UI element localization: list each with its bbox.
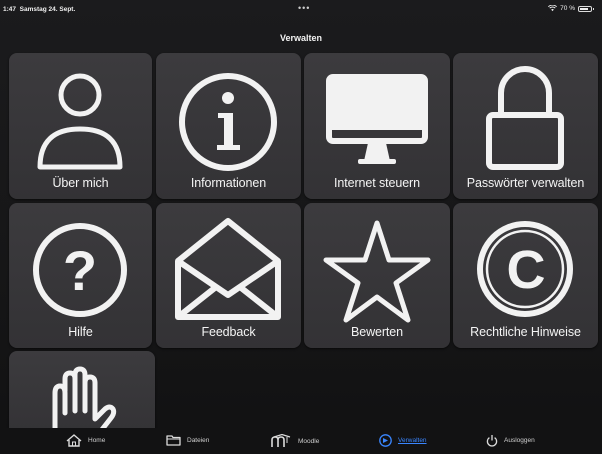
svg-text:C: C [507, 240, 546, 300]
tile-label: Über mich [52, 176, 109, 190]
tab-label: Dateien [187, 436, 210, 444]
moodle-icon [271, 434, 291, 447]
tile-label: Bewerten [350, 325, 403, 339]
tab-label: Moodle [298, 437, 320, 445]
tab-label: Verwalten [398, 437, 427, 444]
tile-uber-mich[interactable]: Über mich [9, 53, 152, 199]
date: Samstag 24. Sept. [19, 6, 76, 13]
status-bar: 1:47 Samstag 24. Sept. ••• 70 % [0, 0, 602, 22]
svg-text:?: ? [63, 239, 97, 302]
tab-bar: Home Dateien Moodle Verwalten Ausloggen [0, 428, 602, 454]
power-icon [486, 435, 498, 447]
tile-feedback[interactable]: Feedback [156, 203, 301, 348]
tile-rechtliche-hinweise[interactable]: C Rechtliche Hinweise [453, 203, 598, 348]
tile-label: Rechtliche Hinweise [470, 325, 581, 339]
tile-label: Passwörter verwalten [466, 176, 585, 190]
folder-icon [166, 435, 181, 446]
tile-label: Internet steuern [334, 176, 420, 190]
clock: 1:47 [3, 6, 17, 13]
tile-hilfe[interactable]: ? Hilfe [9, 203, 152, 348]
tile-internet-steuern[interactable]: Internet steuern [304, 53, 450, 199]
tile-passworter-verwalten[interactable]: Passwörter verwalten [453, 53, 598, 199]
tab-moodle[interactable]: Moodle [270, 434, 319, 448]
tab-dateien[interactable]: Dateien [166, 434, 209, 446]
tile-bewerten[interactable]: Bewerten [304, 203, 450, 348]
home-icon [66, 434, 82, 447]
battery-percent: 70 % [560, 5, 575, 12]
tile-label: Feedback [201, 325, 256, 339]
screen: 1:47 Samstag 24. Sept. ••• 70 % Verwalte… [0, 0, 602, 454]
battery-icon [578, 5, 594, 12]
tab-home[interactable]: Home [66, 434, 105, 447]
manage-icon [379, 434, 392, 447]
tab-ausloggen[interactable]: Ausloggen [486, 434, 535, 447]
multitasking-dots[interactable]: ••• [298, 3, 310, 13]
status-time: 1:47 Samstag 24. Sept. [3, 6, 75, 13]
tab-label: Home [88, 437, 106, 444]
tab-verwalten[interactable]: Verwalten [379, 434, 427, 447]
wifi-icon [548, 5, 558, 12]
tile-label: Hilfe [68, 325, 93, 339]
tile-label: Informationen [190, 176, 267, 190]
status-right: 70 % [548, 5, 594, 12]
tile-informationen[interactable]: Informationen [156, 53, 301, 199]
page-title: Verwalten [279, 33, 323, 43]
tab-label: Ausloggen [504, 437, 535, 444]
